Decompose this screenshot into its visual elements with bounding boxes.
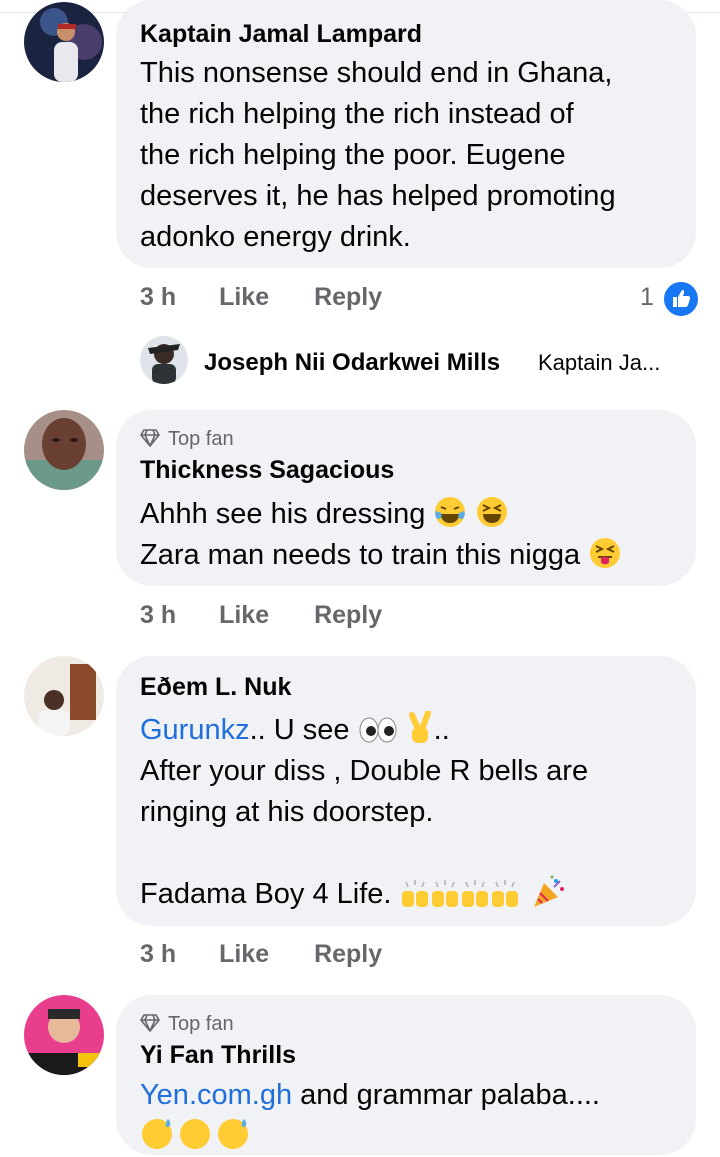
avatar[interactable] bbox=[24, 410, 104, 490]
comment-author[interactable]: Yi Fan Thrills bbox=[140, 1040, 296, 1070]
comment-text-line: deserves it, he has helped promoting bbox=[140, 180, 616, 212]
avatar[interactable] bbox=[24, 995, 104, 1075]
comment-text: This nonsense should end in Ghana, the r… bbox=[140, 53, 616, 258]
comment-text: Ahhh see his dressing Zara man needs to … bbox=[140, 494, 622, 576]
reply-button[interactable]: Reply bbox=[314, 939, 382, 969]
reply-button[interactable]: Reply bbox=[314, 282, 382, 312]
diamond-icon bbox=[140, 1014, 160, 1033]
comment-author[interactable]: Kaptain Jamal Lampard bbox=[140, 19, 422, 49]
sweat-smile-emoji-icon bbox=[142, 1119, 248, 1149]
timestamp[interactable]: 3 h bbox=[140, 282, 176, 312]
timestamp[interactable]: 3 h bbox=[140, 600, 176, 630]
comment-text-line: adonko energy drink. bbox=[140, 221, 411, 253]
comment-text-part: and grammar palaba.... bbox=[292, 1079, 600, 1111]
comment-text-line: ringing at his doorstep. bbox=[140, 796, 434, 828]
comment-author[interactable]: Eðem L. Nuk bbox=[140, 672, 291, 702]
reply-text: Kaptain Ja... bbox=[538, 350, 661, 375]
comment-text: Gurunkz.. U see .. After your diss , Dou… bbox=[140, 710, 588, 915]
comment-text: Yen.com.gh and grammar palaba.... bbox=[140, 1075, 600, 1157]
comment-text-line: the rich helping the poor. Eugene bbox=[140, 139, 566, 171]
comment-text-line: the rich helping the rich instead of bbox=[140, 98, 574, 130]
comment-bubble: Kaptain Jamal Lampard This nonsense shou… bbox=[116, 0, 696, 268]
comment-bubble: Top fan Yi Fan Thrills Yen.com.gh and gr… bbox=[116, 995, 696, 1155]
comment-text-part: .. bbox=[433, 714, 450, 746]
comment-bubble: Top fan Thickness Sagacious Ahhh see his… bbox=[116, 410, 696, 586]
eyes-emoji-icon bbox=[359, 717, 397, 743]
reaction-count[interactable]: 1 bbox=[640, 282, 654, 312]
like-reaction-icon[interactable] bbox=[662, 280, 700, 318]
top-fan-badge: Top fan bbox=[140, 426, 234, 452]
grinning-squinting-emoji-icon bbox=[477, 497, 508, 527]
squinting-tongue-emoji-icon bbox=[590, 538, 621, 568]
comment-bubble: Eðem L. Nuk Gurunkz.. U see .. After you… bbox=[116, 656, 696, 926]
comment-author[interactable]: Thickness Sagacious bbox=[140, 455, 394, 485]
like-button[interactable]: Like bbox=[219, 600, 269, 630]
avatar[interactable] bbox=[24, 656, 104, 736]
comment-text-line: Ahhh see his dressing bbox=[140, 498, 426, 530]
top-fan-badge: Top fan bbox=[140, 1011, 234, 1037]
comment-actions: 3 h Like Reply bbox=[140, 282, 382, 312]
timestamp[interactable]: 3 h bbox=[140, 939, 176, 969]
mention-link[interactable]: Gurunkz bbox=[140, 714, 250, 746]
reply-author[interactable]: Joseph Nii Odarkwei Mills bbox=[204, 349, 500, 377]
tears-of-joy-emoji-icon bbox=[435, 497, 466, 527]
party-popper-emoji-icon bbox=[533, 875, 564, 907]
reply-button[interactable]: Reply bbox=[314, 600, 382, 630]
mention-link[interactable]: Yen.com.gh bbox=[140, 1079, 292, 1111]
avatar[interactable] bbox=[140, 336, 188, 384]
comment-text-line: This nonsense should end in Ghana, bbox=[140, 57, 613, 89]
diamond-icon bbox=[140, 429, 160, 448]
comment-text-line: After your diss , Double R bells are bbox=[140, 755, 589, 787]
raising-hands-emoji-icon bbox=[401, 880, 518, 907]
top-fan-label: Top fan bbox=[168, 428, 234, 450]
comment-text-line: Zara man needs to train this nigga bbox=[140, 539, 581, 571]
like-button[interactable]: Like bbox=[219, 939, 269, 969]
like-button[interactable]: Like bbox=[219, 282, 269, 312]
comment-text-line: Fadama Boy 4 Life. bbox=[140, 878, 392, 910]
comment-text-part: .. U see bbox=[249, 714, 350, 746]
avatar[interactable] bbox=[24, 2, 104, 82]
top-fan-label: Top fan bbox=[168, 1013, 234, 1035]
victory-hand-emoji-icon bbox=[408, 711, 431, 743]
comment-actions: 3 h Like Reply bbox=[140, 939, 382, 969]
reply-preview[interactable]: Joseph Nii Odarkwei Mills Kaptain Ja... bbox=[140, 336, 700, 386]
comment-actions: 3 h Like Reply bbox=[140, 600, 382, 630]
